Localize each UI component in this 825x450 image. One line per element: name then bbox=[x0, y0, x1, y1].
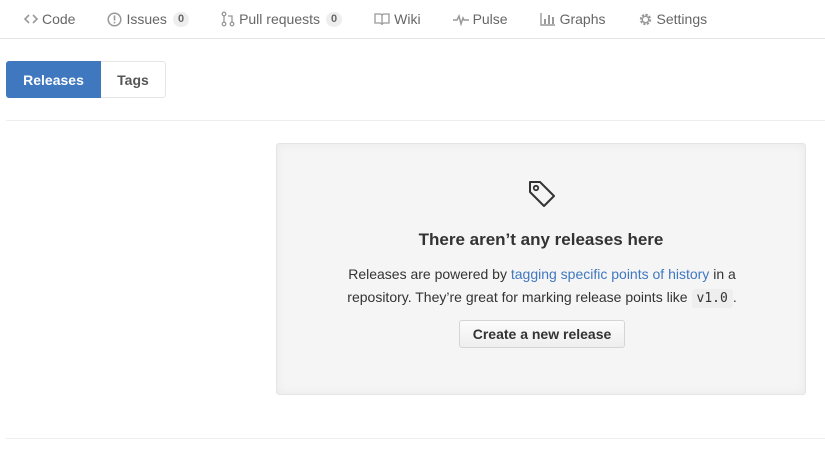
nav-item-label: Issues bbox=[126, 11, 167, 27]
description-text: Releases are powered by bbox=[348, 266, 511, 282]
tag-icon bbox=[527, 179, 557, 214]
graph-icon bbox=[539, 12, 556, 26]
issue-opened-icon bbox=[107, 11, 123, 27]
empty-state-description: Releases are powered by tagging specific… bbox=[327, 263, 757, 310]
nav-item-label: Settings bbox=[656, 11, 708, 27]
gear-icon bbox=[638, 12, 653, 27]
code-icon bbox=[24, 12, 38, 26]
tab-tags[interactable]: Tags bbox=[101, 61, 166, 98]
nav-item-label: Code bbox=[42, 11, 76, 27]
pull-requests-counter: 0 bbox=[326, 11, 343, 27]
nav-item-issues[interactable]: Issues 0 bbox=[107, 11, 190, 27]
divider bbox=[6, 120, 825, 121]
nav-item-pull-requests[interactable]: Pull requests 0 bbox=[221, 11, 343, 27]
create-release-button[interactable]: Create a new release bbox=[459, 320, 625, 348]
nav-item-graphs[interactable]: Graphs bbox=[539, 11, 606, 27]
nav-item-settings[interactable]: Settings bbox=[638, 11, 708, 27]
git-pull-request-icon bbox=[221, 11, 235, 27]
empty-releases-panel: There aren’t any releases here Releases … bbox=[276, 143, 806, 395]
tab-releases[interactable]: Releases bbox=[6, 61, 101, 98]
repo-nav: Code Issues 0 Pull requests 0 Wiki Pulse… bbox=[0, 0, 825, 39]
nav-item-pulse[interactable]: Pulse bbox=[452, 11, 508, 27]
description-text: . bbox=[732, 289, 737, 305]
empty-state-heading: There aren’t any releases here bbox=[418, 230, 664, 249]
nav-item-code[interactable]: Code bbox=[24, 11, 75, 27]
version-example: v1.0 bbox=[691, 289, 733, 308]
releases-subnav: Releases Tags bbox=[6, 61, 166, 98]
book-icon bbox=[374, 12, 390, 26]
nav-item-wiki[interactable]: Wiki bbox=[374, 11, 421, 27]
nav-item-label: Wiki bbox=[394, 11, 421, 27]
nav-item-label: Graphs bbox=[559, 11, 606, 27]
nav-item-label: Pulse bbox=[472, 11, 508, 27]
nav-item-label: Pull requests bbox=[239, 11, 320, 27]
pulse-icon bbox=[452, 12, 469, 26]
divider bbox=[6, 438, 825, 439]
tagging-help-link[interactable]: tagging specific points of history bbox=[511, 266, 709, 282]
issues-counter: 0 bbox=[172, 11, 190, 27]
